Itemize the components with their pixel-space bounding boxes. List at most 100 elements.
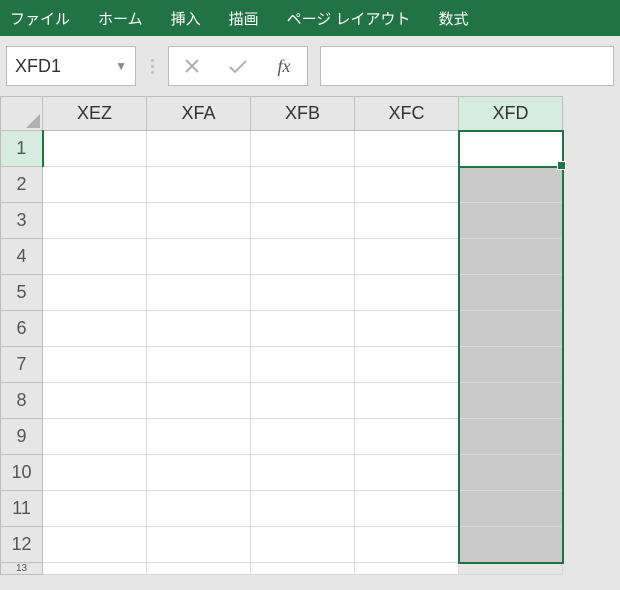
cell[interactable]	[459, 275, 563, 311]
cell[interactable]	[355, 491, 459, 527]
cell[interactable]	[251, 311, 355, 347]
cell[interactable]	[147, 239, 251, 275]
cell[interactable]	[251, 203, 355, 239]
cell[interactable]	[43, 167, 147, 203]
cell[interactable]	[355, 563, 459, 575]
cell[interactable]	[147, 527, 251, 563]
cell[interactable]	[251, 131, 355, 167]
row-header[interactable]: 5	[1, 275, 43, 311]
row-header[interactable]: 9	[1, 419, 43, 455]
cell[interactable]	[147, 311, 251, 347]
cell[interactable]	[459, 383, 563, 419]
row-header[interactable]: 8	[1, 383, 43, 419]
row-header[interactable]: 1	[1, 131, 43, 167]
cell[interactable]	[355, 383, 459, 419]
cell[interactable]	[43, 527, 147, 563]
insert-function-button[interactable]: fx	[261, 47, 307, 85]
cell[interactable]	[43, 563, 147, 575]
cell[interactable]	[251, 347, 355, 383]
cell[interactable]	[147, 131, 251, 167]
cell[interactable]	[355, 455, 459, 491]
cell[interactable]	[355, 419, 459, 455]
tab-draw[interactable]: 描画	[229, 8, 259, 29]
row-header[interactable]: 10	[1, 455, 43, 491]
divider-dots	[142, 59, 162, 74]
cell[interactable]	[251, 239, 355, 275]
cell[interactable]	[43, 131, 147, 167]
cell[interactable]	[251, 383, 355, 419]
cell[interactable]	[459, 563, 563, 575]
col-header[interactable]: XEZ	[43, 97, 147, 131]
row-header[interactable]: 12	[1, 527, 43, 563]
cell[interactable]	[43, 203, 147, 239]
cell[interactable]	[43, 455, 147, 491]
tab-page-layout[interactable]: ページ レイアウト	[287, 8, 411, 29]
cell[interactable]	[459, 239, 563, 275]
cell[interactable]	[355, 527, 459, 563]
cell[interactable]	[147, 563, 251, 575]
cell[interactable]	[147, 347, 251, 383]
col-header[interactable]: XFB	[251, 97, 355, 131]
col-header[interactable]: XFC	[355, 97, 459, 131]
cell[interactable]	[251, 563, 355, 575]
cell[interactable]	[251, 275, 355, 311]
enter-icon[interactable]	[215, 47, 261, 85]
row-header[interactable]: 13	[1, 563, 43, 575]
cell[interactable]	[147, 455, 251, 491]
cell[interactable]	[43, 419, 147, 455]
cancel-icon[interactable]	[169, 47, 215, 85]
active-cell[interactable]	[459, 131, 563, 167]
row-header[interactable]: 11	[1, 491, 43, 527]
cell[interactable]	[251, 419, 355, 455]
cell[interactable]	[251, 527, 355, 563]
cell[interactable]	[147, 491, 251, 527]
tab-formulas[interactable]: 数式	[438, 8, 468, 29]
cell[interactable]	[147, 167, 251, 203]
select-all-corner[interactable]	[1, 97, 43, 131]
name-box-value: XFD1	[15, 56, 115, 77]
spreadsheet-grid: XEZ XFA XFB XFC XFD 1 2 3 4 5 6 7 8 9 10…	[0, 96, 620, 575]
col-header-selected[interactable]: XFD	[459, 97, 563, 131]
cell[interactable]	[355, 347, 459, 383]
cell[interactable]	[43, 383, 147, 419]
cell[interactable]	[355, 311, 459, 347]
cell[interactable]	[459, 203, 563, 239]
tab-file[interactable]: ファイル	[10, 8, 70, 29]
formula-bar: XFD1 ▼ fx	[0, 36, 620, 96]
cell[interactable]	[43, 275, 147, 311]
cell[interactable]	[43, 239, 147, 275]
cell[interactable]	[459, 311, 563, 347]
cell[interactable]	[459, 455, 563, 491]
chevron-down-icon[interactable]: ▼	[115, 59, 127, 73]
cell[interactable]	[355, 167, 459, 203]
cell[interactable]	[147, 275, 251, 311]
cell[interactable]	[459, 491, 563, 527]
cell[interactable]	[251, 455, 355, 491]
tab-home[interactable]: ホーム	[98, 8, 143, 29]
row-header[interactable]: 7	[1, 347, 43, 383]
cell[interactable]	[355, 203, 459, 239]
cell[interactable]	[43, 491, 147, 527]
row-header[interactable]: 6	[1, 311, 43, 347]
cell[interactable]	[459, 527, 563, 563]
cell[interactable]	[251, 167, 355, 203]
cell[interactable]	[43, 311, 147, 347]
col-header[interactable]: XFA	[147, 97, 251, 131]
formula-input[interactable]	[320, 46, 614, 86]
tab-insert[interactable]: 挿入	[171, 8, 201, 29]
cell[interactable]	[147, 383, 251, 419]
cell[interactable]	[147, 419, 251, 455]
cell[interactable]	[355, 239, 459, 275]
cell[interactable]	[147, 203, 251, 239]
cell[interactable]	[355, 131, 459, 167]
cell[interactable]	[459, 347, 563, 383]
name-box[interactable]: XFD1 ▼	[6, 46, 136, 86]
cell[interactable]	[43, 347, 147, 383]
row-header[interactable]: 4	[1, 239, 43, 275]
cell[interactable]	[251, 491, 355, 527]
cell[interactable]	[355, 275, 459, 311]
cell[interactable]	[459, 419, 563, 455]
row-header[interactable]: 2	[1, 167, 43, 203]
row-header[interactable]: 3	[1, 203, 43, 239]
cell[interactable]	[459, 167, 563, 203]
